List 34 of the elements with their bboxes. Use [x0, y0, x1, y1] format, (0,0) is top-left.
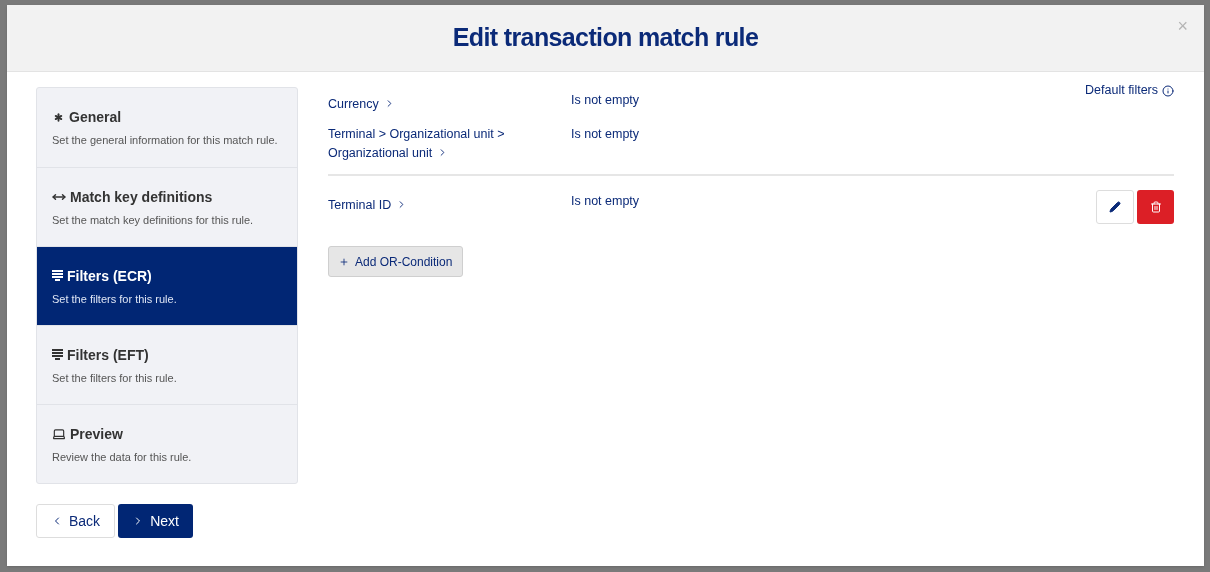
step-item[interactable]: Filters (ECR) Set the filters for this rule. [37, 246, 297, 325]
back-button[interactable]: Back [36, 504, 116, 538]
condition-operator: Is not empty [571, 126, 640, 143]
info-icon [1162, 84, 1174, 97]
plus-icon [339, 256, 349, 267]
step-title: Preview [70, 424, 123, 444]
condition-operator: Is not empty [571, 92, 640, 109]
step-description: Review the data for this rule. [52, 449, 193, 465]
condition-field-link[interactable]: Terminal ID [328, 196, 408, 215]
step-title: Filters (ECR) [67, 266, 152, 286]
trash-icon [1149, 201, 1162, 213]
next-button[interactable]: Next [118, 504, 193, 538]
step-description: Set the filters for this rule. [52, 370, 178, 386]
step-item[interactable]: General Set the general information for this match rule. [37, 88, 297, 167]
default-filters-link[interactable]: Default filters [1085, 81, 1174, 100]
step-description: Set the match key definitions for this rule. [52, 212, 255, 228]
step-title: Filters (EFT) [67, 345, 149, 365]
laptop-icon [52, 427, 66, 441]
list-icon [52, 349, 63, 361]
list-icon [52, 270, 63, 282]
step-title: General [69, 108, 122, 127]
add-condition-button[interactable]: Add OR-Condition [328, 246, 464, 277]
step-item[interactable]: Filters (EFT) Set the filters for this rule. [37, 325, 297, 404]
condition-field-link[interactable]: Terminal > Organizational unit > Organizational unit [328, 125, 513, 163]
step-description: Set the general information for this match rule. [52, 133, 279, 148]
step-title: Match key definitions [70, 187, 213, 207]
asterisk-icon [52, 111, 65, 124]
condition-field-link[interactable]: Currency [328, 95, 395, 114]
condition-operator: Is not empty [571, 193, 640, 210]
step-item[interactable]: Preview Review the data for this rule. [37, 404, 297, 483]
edit-button[interactable] [1096, 190, 1134, 224]
pencil-icon [1109, 201, 1121, 213]
dialog-title: Edit transaction match rule [452, 22, 759, 54]
step-description: Set the filters for this rule. [52, 291, 178, 307]
